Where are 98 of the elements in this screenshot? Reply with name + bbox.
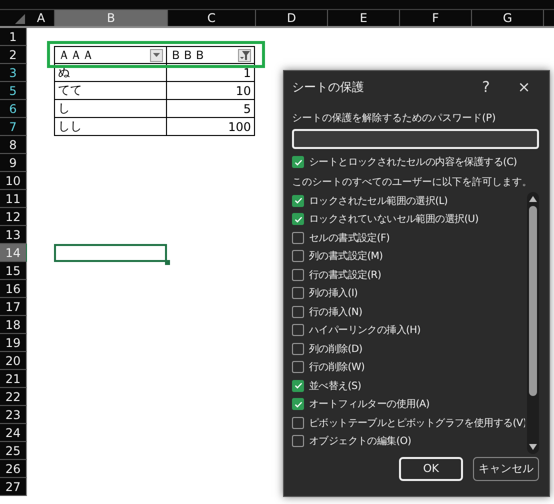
option-row[interactable]: 列の書式設定(M): [292, 247, 525, 266]
checkbox-row[interactable]: シートとロックされたセルの内容を保護する(C): [292, 153, 539, 172]
checkbox-label: 列の書式設定(M): [309, 250, 383, 264]
checkbox[interactable]: [292, 268, 304, 281]
checkbox-label: オブジェクトの編集(O): [309, 434, 412, 448]
row-header[interactable]: 8: [0, 136, 27, 154]
option-row[interactable]: 並べ替え(S): [292, 376, 525, 395]
row-header[interactable]: 7: [0, 118, 27, 136]
ok-button[interactable]: OK: [399, 456, 463, 480]
scroll-down-icon[interactable]: [529, 444, 537, 450]
row-header[interactable]: 18: [0, 316, 27, 334]
table-cell: 1: [167, 64, 255, 82]
section-label: このシートのすべてのユーザーに以下を許可します。: [292, 176, 533, 188]
select-all-icon[interactable]: [15, 14, 25, 24]
scrollbar[interactable]: [527, 192, 539, 454]
checkbox-label: オートフィルターの使用(A): [309, 398, 430, 412]
row-header[interactable]: 1: [0, 28, 27, 46]
heading-text: ＢＢＢ: [170, 46, 206, 64]
filter-icon: [240, 50, 250, 60]
checkbox[interactable]: [292, 342, 304, 355]
checkbox[interactable]: [292, 361, 304, 374]
option-row[interactable]: 列の削除(D): [292, 340, 525, 358]
option-row[interactable]: ロックされたセル範囲の選択(L): [292, 192, 525, 210]
option-row[interactable]: セルの書式設定(F): [292, 228, 525, 247]
checkbox-label: ハイパーリンクの挿入(H): [309, 324, 420, 338]
row-header[interactable]: 13: [0, 226, 27, 244]
row-header[interactable]: 6: [0, 100, 27, 118]
checkbox-label: ロックされたセル範囲の選択(L): [309, 194, 448, 208]
checkbox[interactable]: [292, 250, 304, 262]
checkbox[interactable]: [292, 380, 304, 392]
row-header[interactable]: 12: [0, 208, 27, 226]
checkbox[interactable]: [292, 194, 304, 207]
checkbox[interactable]: [292, 398, 304, 410]
row-header[interactable]: 20: [0, 352, 27, 370]
checkbox-label: シートとロックされたセルの内容を保護する(C): [309, 156, 517, 170]
password-field[interactable]: [292, 129, 539, 149]
table-cell: 10: [167, 82, 255, 100]
dropdown-arrow-icon: [153, 52, 160, 58]
table-cell: 100: [167, 118, 255, 136]
table-cell: 5: [167, 100, 255, 118]
row-header[interactable]: 14: [0, 244, 27, 262]
checkbox-label: ロックされていないセル範囲の選択(U): [309, 213, 478, 226]
table-cell: し: [54, 100, 167, 118]
row-header[interactable]: 10: [0, 172, 27, 190]
checkbox[interactable]: [292, 232, 304, 244]
checkbox-label: 列の削除(D): [309, 342, 362, 356]
cancel-button[interactable]: キャンセル: [473, 456, 539, 480]
row-header[interactable]: 27: [0, 478, 27, 496]
option-row[interactable]: ハイパーリンクの挿入(H): [292, 321, 525, 340]
row-header[interactable]: 21: [0, 370, 27, 388]
scroll-up-icon[interactable]: [529, 196, 537, 202]
checkbox[interactable]: [292, 416, 304, 429]
row-header[interactable]: 2: [0, 46, 27, 64]
option-row[interactable]: 行の書式設定(R): [292, 266, 525, 284]
filter-button[interactable]: [238, 48, 251, 62]
option-row[interactable]: オブジェクトの編集(O): [292, 432, 525, 450]
table-cell: しし: [54, 118, 167, 136]
column-header[interactable]: B: [55, 10, 168, 26]
active-cell[interactable]: [54, 244, 167, 262]
row-header[interactable]: 9: [0, 154, 27, 172]
checkbox-label: 並べ替え(S): [309, 380, 362, 393]
check-icon: [294, 158, 302, 167]
row-header[interactable]: 23: [0, 406, 27, 424]
row-header[interactable]: 15: [0, 262, 27, 280]
table-cell: てて: [54, 82, 167, 100]
row-header[interactable]: 22: [0, 388, 27, 406]
option-row[interactable]: ロックされていないセル範囲の選択(U): [292, 210, 525, 228]
option-row[interactable]: 行の挿入(N): [292, 302, 525, 321]
checkbox[interactable]: [292, 306, 304, 318]
field-label: シートの保護を解除するためのパスワード(P): [292, 112, 497, 125]
option-row[interactable]: 列の挿入(I): [292, 284, 525, 302]
checkbox-label: 列の挿入(I): [309, 286, 358, 300]
checkbox-label: セルの書式設定(F): [309, 232, 390, 245]
option-row[interactable]: 行の削除(W): [292, 358, 525, 376]
row-header[interactable]: 11: [0, 190, 27, 208]
row-header[interactable]: 19: [0, 334, 27, 352]
filter-button[interactable]: [150, 48, 163, 62]
checkbox-label: 行の挿入(N): [309, 306, 362, 319]
checkbox-label: 行の書式設定(R): [309, 268, 382, 282]
row-header[interactable]: 25: [0, 442, 27, 460]
row-header[interactable]: 17: [0, 298, 27, 316]
row-header[interactable]: 16: [0, 280, 27, 298]
checkbox[interactable]: [292, 213, 304, 226]
checkbox[interactable]: [292, 435, 304, 448]
help-button[interactable]: ?: [471, 78, 501, 96]
row-header[interactable]: 26: [0, 460, 27, 478]
row-header[interactable]: 3: [0, 64, 27, 82]
checkbox[interactable]: [292, 324, 304, 336]
checkbox[interactable]: [292, 156, 304, 168]
checkbox[interactable]: [292, 287, 304, 300]
table-cell: ぬ: [54, 64, 167, 82]
checkbox-label: 行の削除(W): [309, 360, 365, 374]
option-row[interactable]: オートフィルターの使用(A): [292, 395, 525, 414]
dialog-title: シートの保護: [292, 78, 365, 96]
row-header[interactable]: 24: [0, 424, 27, 442]
heading-text: ＡＡＡ: [58, 46, 94, 64]
close-button[interactable]: ×: [509, 78, 539, 96]
row-header[interactable]: 5: [0, 82, 27, 100]
